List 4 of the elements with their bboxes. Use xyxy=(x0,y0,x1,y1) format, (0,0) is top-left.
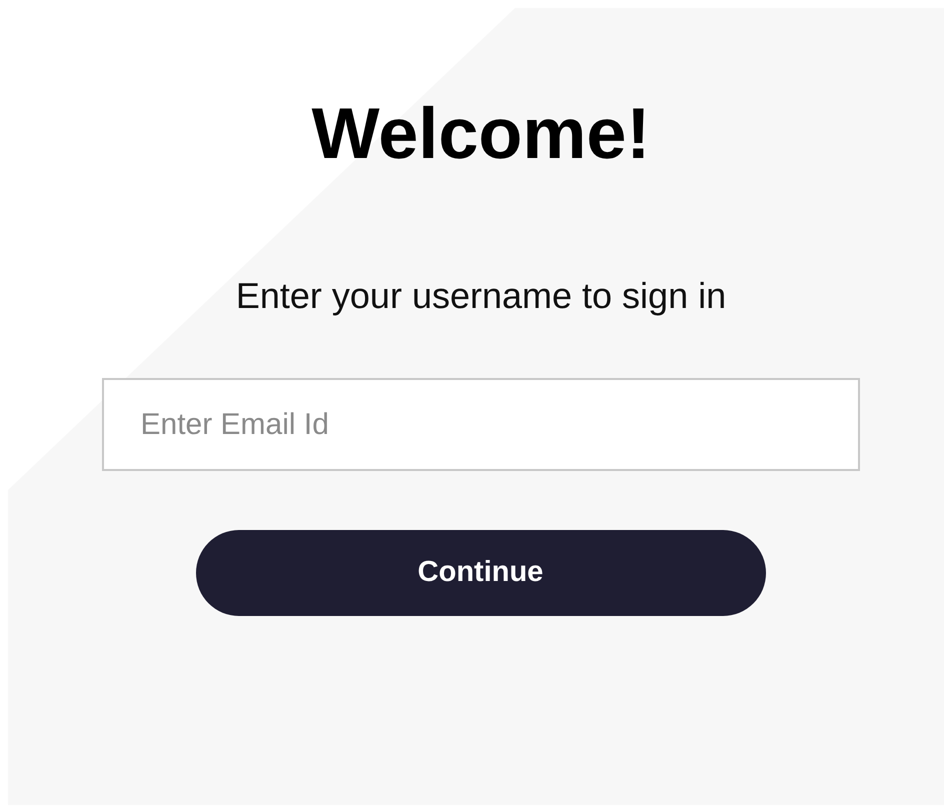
continue-button[interactable]: Continue xyxy=(196,530,766,616)
subtitle: Enter your username to sign in xyxy=(236,278,726,314)
email-field[interactable]: Enter Email Id xyxy=(102,378,860,471)
welcome-heading: Welcome! xyxy=(312,98,650,170)
